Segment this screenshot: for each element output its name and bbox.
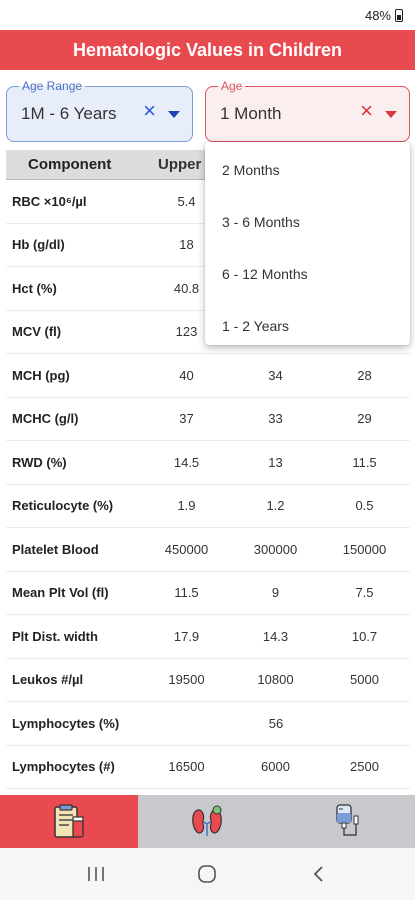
value-cell: 17.9: [173, 628, 200, 644]
chevron-down-icon[interactable]: [385, 111, 397, 118]
value-cell: 16500: [168, 759, 205, 775]
component-name: Hct (%): [12, 280, 57, 296]
value-cell: 1.2: [266, 498, 285, 514]
value-cell: 14.5: [173, 454, 200, 470]
value-cell: 19500: [168, 672, 205, 688]
battery-percent: 48%: [364, 8, 391, 23]
value-cell: 150000: [342, 541, 387, 557]
dropdown-option-6-12-months[interactable]: 6 - 12 Months: [205, 248, 410, 300]
value-cell: 40: [179, 367, 194, 383]
table-row: Mean Plt Vol (fl) 11.5 9 7.5: [6, 572, 410, 615]
component-name: Platelet Blood: [12, 541, 99, 557]
clear-age-icon[interactable]: ×: [360, 100, 373, 122]
age-select[interactable]: Age 1 Month ×: [205, 79, 410, 142]
value-cell: 5000: [350, 672, 379, 688]
table-row: Plt Dist. width 17.9 14.3 10.7: [6, 615, 410, 659]
nav-tab-kidney[interactable]: [138, 795, 277, 848]
value-cell: 28: [357, 367, 372, 383]
value-cell: 9: [271, 585, 280, 601]
page-title: Hematologic Values in Children: [72, 39, 343, 60]
value-cell: 10800: [257, 672, 294, 688]
age-range-value: 1M - 6 Years: [21, 104, 117, 123]
value-cell: 6000: [261, 759, 290, 775]
value-cell: 1.9: [177, 498, 196, 514]
component-name: Lymphocytes (#): [12, 759, 115, 775]
nav-tab-lab-values[interactable]: [0, 795, 139, 848]
value-cell: 7.5: [355, 585, 374, 601]
table-row: MCH (pg) 40 34 28: [6, 354, 410, 398]
component-name: MCH (pg): [12, 367, 70, 383]
component-name: Plt Dist. width: [12, 628, 98, 644]
age-dropdown-menu: 2 Months 3 - 6 Months 6 - 12 Months 1 - …: [205, 142, 410, 345]
dropdown-option-3-6-months[interactable]: 3 - 6 Months: [205, 196, 410, 248]
status-bar: 48%: [0, 0, 415, 30]
value-cell: 0.5: [355, 498, 374, 514]
component-name: MCV (fl): [12, 324, 62, 340]
value-cell: 33: [268, 411, 283, 427]
value-cell: 11.5: [174, 585, 199, 601]
nav-tab-iv-drip[interactable]: [276, 795, 415, 848]
value-cell: 13: [268, 454, 283, 470]
component-name: Hb (g/dl): [12, 237, 65, 253]
value-cell: 34: [268, 367, 283, 383]
table-row: RWD (%) 14.5 13 11.5: [6, 441, 410, 485]
value-cell: 450000: [164, 541, 209, 557]
status-indicators: 48%: [365, 8, 403, 23]
table-row: Lymphocytes (%) 56: [6, 702, 410, 746]
table-row: Platelet Blood 450000 300000 150000: [6, 528, 410, 572]
component-name: RWD (%): [12, 454, 67, 470]
merged-value-cell: 56: [268, 715, 284, 731]
component-name: Lymphocytes (%): [12, 715, 120, 731]
home-button[interactable]: [182, 854, 232, 894]
table-row: MCHC (g/l) 37 33 29: [6, 398, 410, 441]
age-value: 1 Month: [220, 104, 282, 123]
value-cell: 29: [357, 411, 372, 427]
dropdown-option-2-months[interactable]: 2 Months: [205, 144, 410, 196]
bottom-nav: [0, 795, 415, 848]
value-cell: 300000: [253, 541, 298, 557]
dropdown-option-1-2-years[interactable]: 1 - 2 Years: [205, 300, 410, 352]
back-icon: [313, 866, 323, 882]
component-name: MCHC (g/l): [12, 411, 79, 427]
lab-report-icon: [54, 803, 84, 838]
recent-apps-icon: [88, 867, 104, 881]
value-cell: 2500: [350, 759, 379, 775]
component-name: RBC ×10⁶/µl: [12, 193, 87, 209]
chevron-down-icon[interactable]: [168, 111, 180, 118]
value-cell: 37: [179, 411, 194, 427]
table-row: Leukos #/µl 19500 10800 5000: [6, 659, 410, 702]
table-row: Reticulocyte (%) 1.9 1.2 0.5: [6, 485, 410, 528]
back-button[interactable]: [294, 854, 344, 894]
clear-age-range-icon[interactable]: ×: [143, 100, 156, 122]
component-name: Mean Plt Vol (fl): [12, 585, 109, 601]
recent-apps-button[interactable]: [71, 854, 121, 894]
home-icon: [198, 865, 217, 883]
age-range-label: Age Range: [19, 79, 86, 93]
value-cell: 10.7: [351, 628, 378, 644]
table-row: Lymphocytes (#) 16500 6000 2500: [6, 746, 410, 789]
system-nav-bar: [0, 848, 415, 900]
component-name: Reticulocyte (%): [12, 498, 114, 514]
value-cell: 14.3: [262, 628, 289, 644]
age-label: Age: [218, 79, 246, 93]
age-range-select[interactable]: Age Range 1M - 6 Years ×: [6, 79, 193, 142]
iv-drip-icon: [336, 803, 359, 836]
kidney-icon: [192, 805, 223, 836]
battery-icon: [395, 9, 403, 22]
value-cell: 11.5: [352, 454, 377, 470]
header-component: Component: [28, 156, 112, 173]
component-name: Leukos #/µl: [12, 672, 84, 688]
app-bar: Hematologic Values in Children: [0, 30, 415, 70]
